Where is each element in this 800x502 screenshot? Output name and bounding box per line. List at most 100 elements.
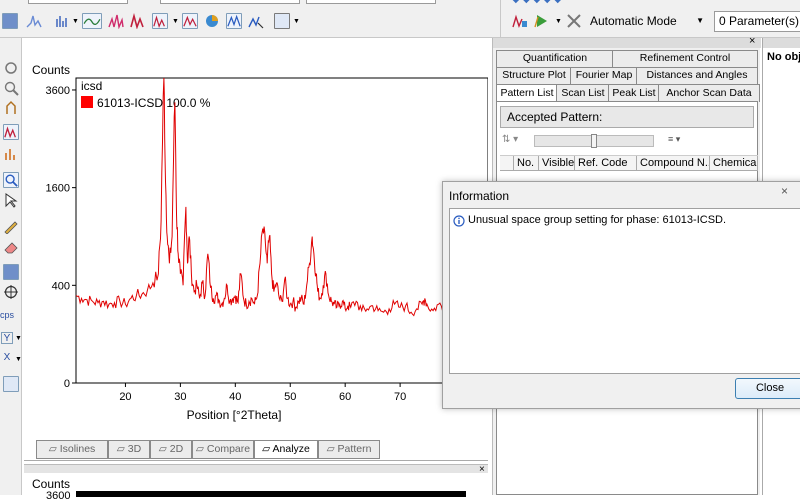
dialog-content: Unusual space group setting for phase: 6… bbox=[449, 208, 800, 374]
y-axis-dropdown-arrow[interactable]: ▼ bbox=[15, 335, 22, 342]
peak-profile-icon[interactable] bbox=[26, 13, 42, 29]
xrd-chart[interactable]: Counts icsd 61013-ICSD 100.0 % 0 400 1600 3… bbox=[24, 38, 488, 438]
opacity-slider[interactable] bbox=[534, 134, 654, 148]
table-view-icon[interactable] bbox=[274, 13, 290, 29]
top-mid-dropdown[interactable] bbox=[160, 0, 300, 4]
zoom-window-icon[interactable] bbox=[3, 80, 19, 96]
col-compound-name[interactable]: Compound N... bbox=[637, 156, 710, 171]
peak-search-icon[interactable] bbox=[3, 124, 19, 140]
window-icon[interactable] bbox=[2, 13, 18, 29]
blue-profile-icon[interactable] bbox=[226, 13, 242, 29]
params-select[interactable]: 0 Parameter(s) bbox=[714, 11, 800, 32]
right-panel-title-bar bbox=[493, 38, 761, 48]
y-tick-label: 1600 bbox=[46, 183, 70, 195]
red-peaks-alt-icon[interactable] bbox=[130, 13, 146, 29]
pointer-icon[interactable] bbox=[3, 192, 19, 208]
params-select-value: 0 Parameter(s) bbox=[719, 14, 800, 28]
x-tick-label: 30 bbox=[174, 391, 186, 403]
top-left-dropdown[interactable] bbox=[28, 0, 128, 4]
dialog-close-label: Close bbox=[755, 382, 785, 394]
lower-panel-title-bar bbox=[24, 465, 488, 473]
chart-y-axis-label: Counts bbox=[32, 63, 70, 77]
tab-peak-list[interactable]: Peak List bbox=[608, 84, 660, 102]
eraser-icon[interactable] bbox=[3, 238, 19, 254]
pie-chart-icon[interactable] bbox=[204, 13, 220, 29]
crosshair-icon[interactable] bbox=[3, 284, 19, 300]
view-tab-compare[interactable]: ▱ Compare bbox=[192, 440, 254, 459]
tab-fourier-map[interactable]: Fourier Map bbox=[570, 67, 638, 84]
no-obj-label: No obj bbox=[767, 51, 800, 63]
x-axis-toggle[interactable]: X bbox=[1, 352, 13, 364]
col-visible[interactable]: Visible bbox=[539, 156, 575, 171]
bar-pattern-dropdown-arrow[interactable]: ▼ bbox=[72, 18, 79, 25]
lower-panel: × Counts 3600 bbox=[24, 464, 488, 502]
table-dropdown-arrow[interactable]: ▼ bbox=[293, 18, 300, 25]
lower-panel-counts-label: Counts bbox=[32, 477, 71, 491]
pencil-icon[interactable] bbox=[3, 218, 19, 234]
right-panel-close-icon[interactable]: × bbox=[749, 35, 755, 47]
line-profile-icon[interactable] bbox=[82, 13, 102, 29]
bar-analysis-icon[interactable] bbox=[3, 146, 19, 162]
x-axis-dropdown-arrow[interactable]: ▼ bbox=[15, 356, 22, 363]
refine-icon[interactable] bbox=[512, 13, 528, 29]
dialog-title: Information bbox=[449, 189, 510, 203]
tab-distances-and-angles[interactable]: Distances and Angles bbox=[636, 67, 758, 84]
tab-refinement-control[interactable]: Refinement Control bbox=[612, 50, 758, 67]
col-chemical-formula[interactable]: Chemical F bbox=[710, 156, 758, 171]
dialog-message: Unusual space group setting for phase: 6… bbox=[468, 214, 727, 226]
pattern-menu-icon[interactable]: ≡ ▾ bbox=[668, 134, 680, 145]
tab-anchor-scan-data[interactable]: Anchor Scan Data bbox=[658, 84, 760, 102]
move-icon[interactable] bbox=[3, 60, 19, 76]
col-no[interactable]: No. bbox=[514, 156, 539, 171]
profile-cursor-icon[interactable] bbox=[248, 13, 264, 29]
legend-label: 61013-ICSD 100.0 % bbox=[97, 96, 211, 110]
far-right-title-bar bbox=[763, 38, 800, 48]
lower-panel-plot-frame bbox=[76, 491, 466, 497]
col-ref-code[interactable]: Ref. Code bbox=[575, 156, 637, 171]
accepted-pattern-label: Accepted Pattern: bbox=[507, 110, 603, 124]
table-header-spacer bbox=[500, 156, 514, 171]
tab-quantification[interactable]: Quantification bbox=[496, 50, 614, 67]
red-peaks-icon[interactable] bbox=[108, 13, 124, 29]
accepted-pattern-box: Accepted Pattern: bbox=[500, 106, 754, 128]
view-tab-analyze[interactable]: ▱ Analyze bbox=[254, 440, 318, 459]
sort-icon[interactable]: ⇅ ▾ bbox=[502, 134, 518, 145]
top-right-dropdown[interactable] bbox=[306, 0, 436, 4]
left-vertical-toolbar: cps Y ▼ X ▼ bbox=[0, 38, 22, 495]
magnifier-icon[interactable] bbox=[3, 172, 19, 188]
lower-panel-plot: Counts 3600 bbox=[24, 473, 488, 502]
grid-view-icon[interactable] bbox=[3, 376, 19, 392]
opacity-slider-thumb[interactable] bbox=[591, 134, 597, 148]
graph-settings-icon[interactable] bbox=[3, 264, 19, 280]
view-tab-pattern[interactable]: ▱ Pattern bbox=[318, 440, 380, 459]
info-icon bbox=[453, 215, 465, 227]
bar-pattern-icon[interactable] bbox=[54, 13, 70, 29]
peaks-dropdown-arrow[interactable]: ▼ bbox=[172, 18, 179, 25]
chart-panel-bottom-border bbox=[24, 460, 488, 461]
legend-swatch bbox=[81, 96, 93, 108]
dialog-close-x-icon[interactable]: × bbox=[781, 184, 788, 198]
y-tick-label: 400 bbox=[52, 280, 70, 292]
cps-toggle[interactable]: cps bbox=[0, 310, 14, 320]
chart-x-axis-label: Position [°2Theta] bbox=[187, 408, 282, 422]
tools-icon[interactable] bbox=[566, 13, 582, 29]
peaks-fit-icon[interactable] bbox=[182, 13, 198, 29]
view-tab-2d[interactable]: ▱ 2D bbox=[150, 440, 192, 459]
view-tab-isolines[interactable]: ▱ Isolines bbox=[36, 440, 108, 459]
run-icon[interactable] bbox=[534, 13, 550, 29]
information-dialog: Information × Unusual space group settin… bbox=[442, 181, 800, 409]
pan-icon[interactable] bbox=[3, 100, 19, 116]
x-tick-label: 60 bbox=[339, 391, 351, 403]
dialog-close-button[interactable]: Close bbox=[735, 378, 800, 399]
plot-frame bbox=[75, 77, 488, 384]
peaks-highlight-icon[interactable] bbox=[152, 13, 168, 29]
tab-structure-plot[interactable]: Structure Plot bbox=[496, 67, 572, 84]
view-tab-3d[interactable]: ▱ 3D bbox=[108, 440, 150, 459]
mode-select[interactable]: Automatic Mode ▼ bbox=[586, 12, 708, 31]
view-tabs: ▱ Isolines ▱ 3D ▱ 2D ▱ Compare ▱ Analyze ▱ Pa… bbox=[36, 440, 488, 459]
run-dropdown-arrow[interactable]: ▼ bbox=[555, 18, 562, 25]
y-axis-toggle[interactable]: Y bbox=[1, 332, 13, 344]
top-toolbar: ▼ ▼ ▼ ◆ ◆ ◆ ◆ ◆ ▼ Automatic Mode ▼ 0 Par… bbox=[0, 0, 800, 38]
tab-scan-list[interactable]: Scan List bbox=[556, 84, 610, 102]
tab-pattern-list[interactable]: Pattern List bbox=[496, 84, 558, 102]
